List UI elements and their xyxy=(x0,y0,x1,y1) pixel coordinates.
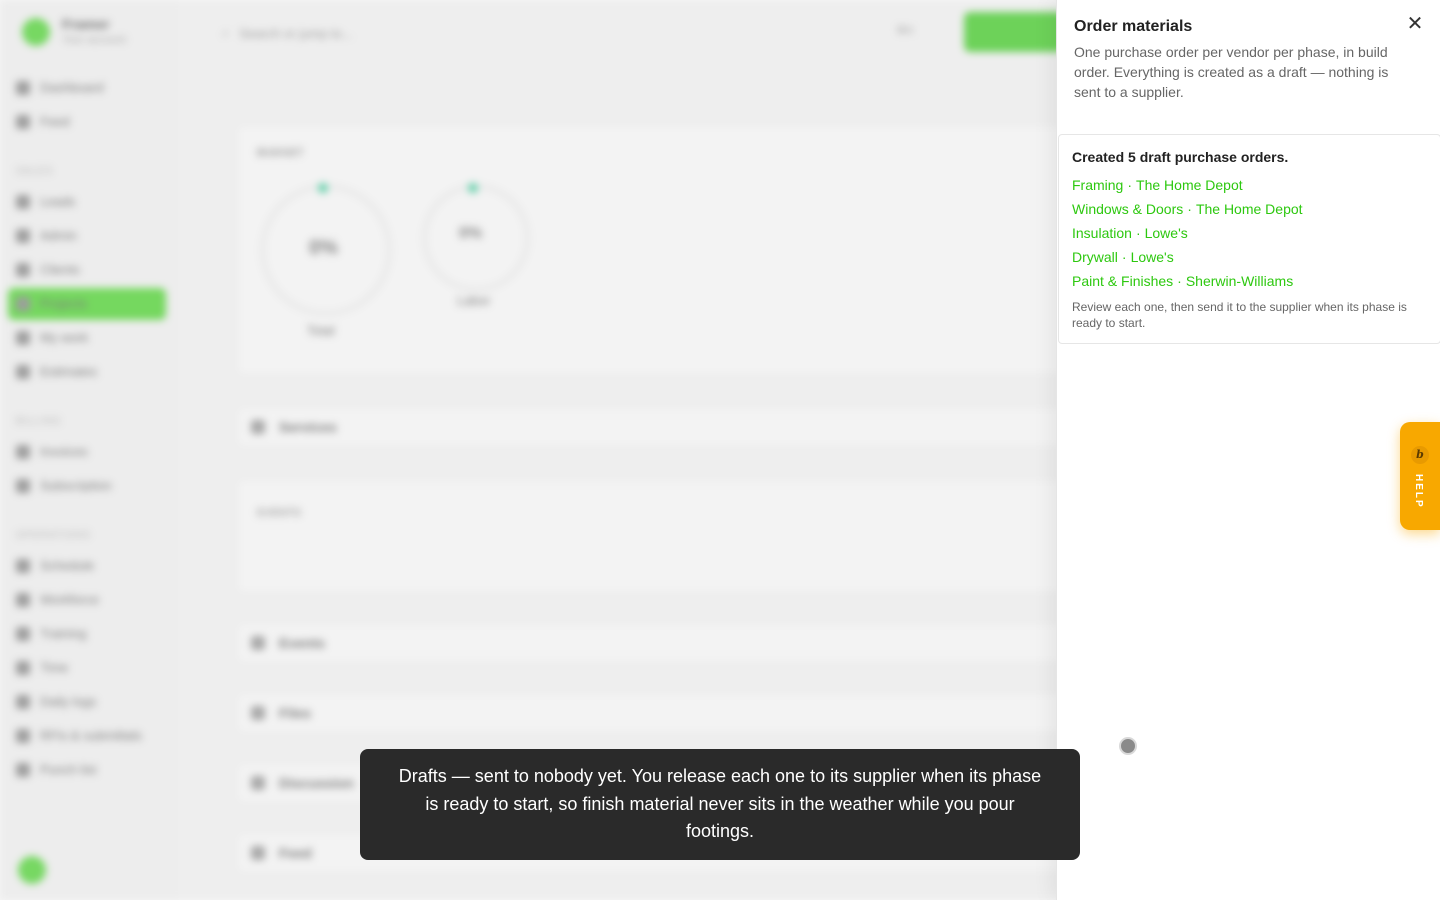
cursor-indicator xyxy=(1119,737,1137,755)
help-label: HELP xyxy=(1413,474,1424,509)
purchase-order-link[interactable]: Insulation · Lowe's xyxy=(1072,225,1303,249)
drawer-description: One purchase order per vendor per phase,… xyxy=(1074,44,1389,100)
purchase-order-link[interactable]: Framing · The Home Depot xyxy=(1072,177,1303,201)
review-note: Review each one, then send it to the sup… xyxy=(1072,300,1407,330)
result-heading: Created 5 draft purchase orders. xyxy=(1072,149,1289,165)
purchase-order-link[interactable]: Windows & Doors · The Home Depot xyxy=(1072,201,1303,225)
order-materials-drawer: Order materials ✕ One purchase order per… xyxy=(1056,0,1440,900)
drawer-title: Order materials xyxy=(1074,18,1193,35)
purchase-order-link[interactable]: Paint & Finishes · Sherwin-Williams xyxy=(1072,273,1303,297)
help-tab[interactable]: b HELP xyxy=(1400,422,1440,530)
purchase-order-link[interactable]: Drywall · Lowe's xyxy=(1072,249,1303,273)
result-card: Created 5 draft purchase orders. Framing… xyxy=(1058,134,1440,344)
caption-text: Drafts — sent to nobody yet. You release… xyxy=(398,766,1042,841)
purchase-order-list: Framing · The Home Depot Windows & Doors · T… xyxy=(1072,177,1303,297)
close-icon[interactable]: ✕ xyxy=(1403,12,1427,36)
help-badge-icon: b xyxy=(1411,446,1429,464)
caption-tooltip: Drafts — sent to nobody yet. You release… xyxy=(360,749,1080,860)
